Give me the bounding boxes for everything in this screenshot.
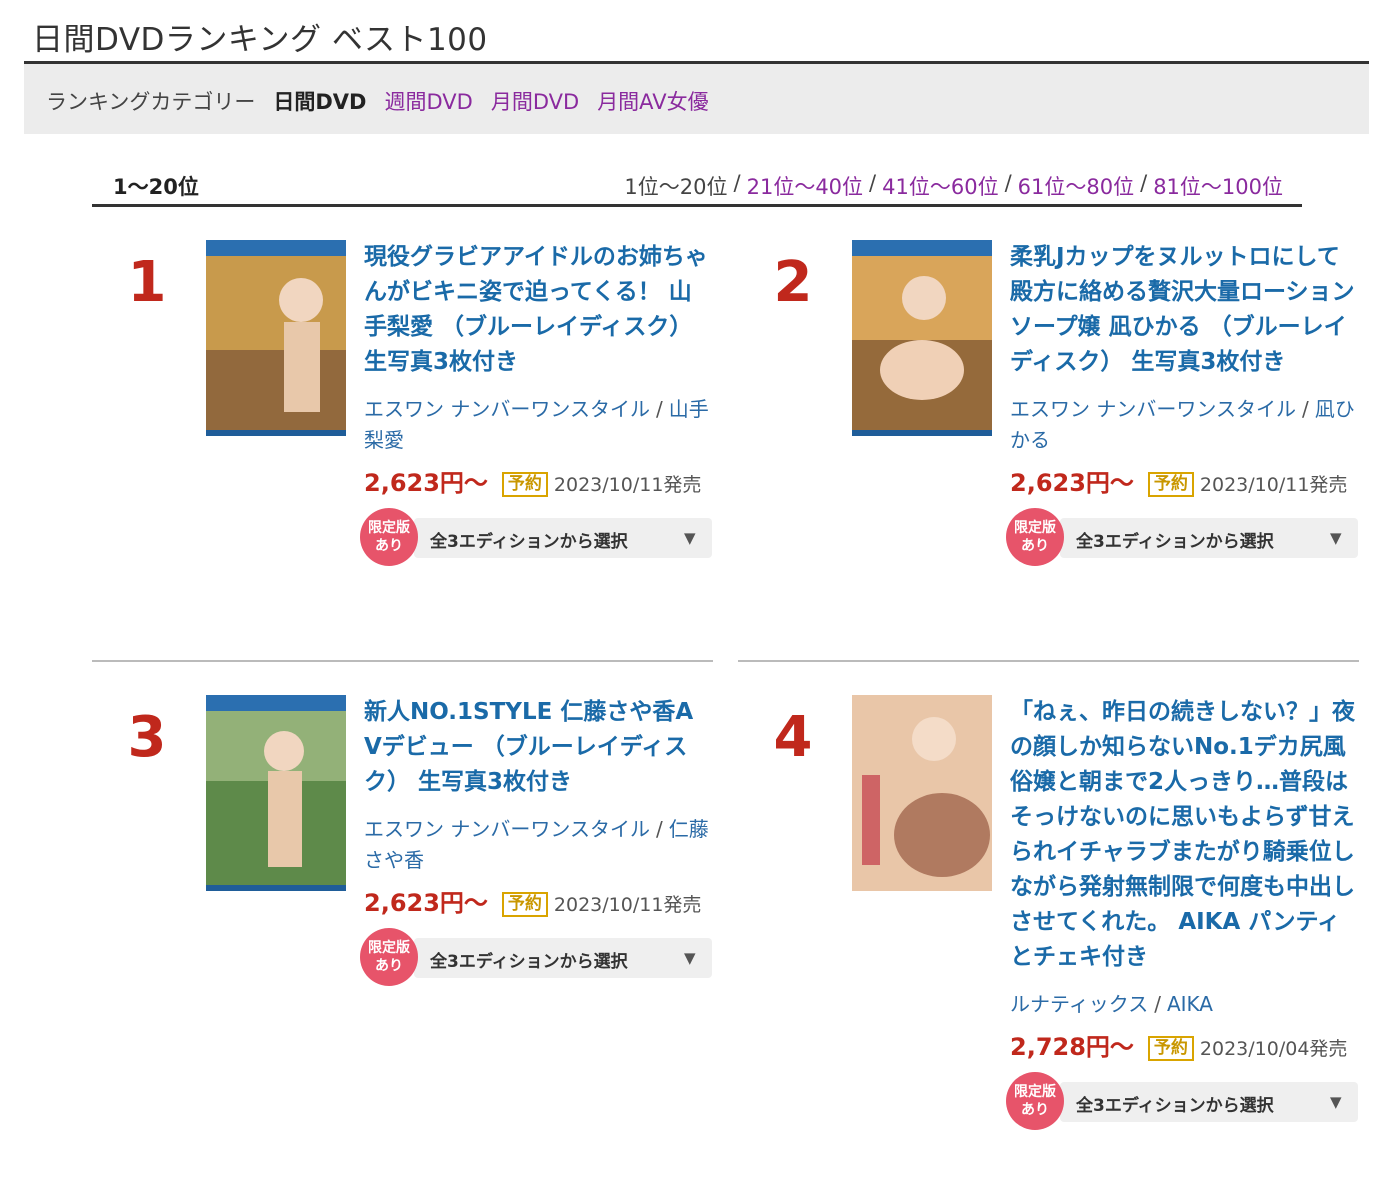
price: 2,623円〜 — [1010, 469, 1134, 497]
product-cover[interactable] — [206, 240, 346, 436]
reserve-badge: 予約 — [501, 892, 548, 917]
pager-link-61-80[interactable]: 61位〜80位 — [1018, 171, 1134, 201]
pager-link-21-40[interactable]: 21位〜40位 — [747, 171, 863, 201]
limited-edition-badge: 限定版 あり — [1006, 508, 1064, 566]
release-date: 2023/10/11発売 — [553, 894, 702, 916]
range-divider — [92, 204, 1302, 207]
edition-select[interactable]: 限定版 あり 全3エディションから選択 ▼ — [1006, 508, 1358, 566]
release-date: 2023/10/04発売 — [1199, 1038, 1348, 1060]
chevron-down-icon: ▼ — [1330, 529, 1342, 547]
edition-select-label: 全3エディションから選択 — [430, 532, 628, 552]
maker-link[interactable]: エスワン ナンバーワンスタイル — [364, 817, 650, 841]
edition-select-label: 全3エディションから選択 — [430, 952, 628, 972]
product-title[interactable]: 柔乳Jカップをヌルットロにして殿方に絡める贅沢大量ローションソープ嬢 凪ひかる … — [1010, 240, 1355, 380]
edition-select[interactable]: 限定版 あり 全3エディションから選択 ▼ — [360, 928, 712, 986]
product-title[interactable]: 新人NO.1STYLE 仁藤さや香AVデビュー （ブルーレイディスク） 生写真3… — [364, 695, 709, 800]
limited-edition-badge: 限定版 あり — [360, 928, 418, 986]
product-cover[interactable] — [206, 695, 346, 891]
product-cover[interactable] — [852, 240, 992, 436]
chevron-down-icon: ▼ — [684, 529, 696, 547]
price: 2,623円〜 — [364, 889, 488, 917]
rank-number: 1 — [127, 250, 167, 315]
pager-current: 1位〜20位 — [624, 175, 728, 199]
release-date: 2023/10/11発売 — [1199, 474, 1348, 496]
edition-select[interactable]: 限定版 あり 全3エディションから選択 ▼ — [1006, 1072, 1358, 1130]
category-current: 日間DVD — [273, 90, 367, 114]
rank-number: 4 — [773, 705, 813, 770]
price: 2,728円〜 — [1010, 1033, 1134, 1061]
product-cover[interactable] — [852, 695, 992, 891]
category-label: ランキングカテゴリー — [46, 90, 256, 114]
page-title: 日間DVDランキング ベスト100 — [32, 22, 488, 58]
release-date: 2023/10/11発売 — [553, 474, 702, 496]
edition-select-label: 全3エディションから選択 — [1076, 1096, 1274, 1116]
reserve-badge: 予約 — [1147, 472, 1194, 497]
limited-edition-badge: 限定版 あり — [1006, 1072, 1064, 1130]
rank-number: 3 — [127, 705, 167, 770]
reserve-badge: 予約 — [501, 472, 548, 497]
maker-link[interactable]: エスワン ナンバーワンスタイル — [364, 397, 650, 421]
price: 2,623円〜 — [364, 469, 488, 497]
category-bar: ランキングカテゴリー 日間DVD 週間DVD 月間DVD 月間AV女優 — [24, 64, 1369, 134]
chevron-down-icon: ▼ — [1330, 1093, 1342, 1111]
limited-edition-badge: 限定版 あり — [360, 508, 418, 566]
reserve-badge: 予約 — [1147, 1036, 1194, 1061]
pager-link-81-100[interactable]: 81位〜100位 — [1153, 171, 1283, 201]
range-current: 1〜20位 — [113, 175, 199, 199]
maker-link[interactable]: エスワン ナンバーワンスタイル — [1010, 397, 1296, 421]
rank-number: 2 — [773, 250, 813, 315]
product-title[interactable]: 「ねぇ、昨日の続きしない？」夜の顔しか知らないNo.1デカ尻風俗嬢と朝まで2人っ… — [1010, 695, 1355, 975]
product-title[interactable]: 現役グラビアアイドルのお姉ちゃんがビキニ姿で迫ってくる！ 山手梨愛 （ブルーレイ… — [364, 240, 709, 380]
category-link-monthly-actress[interactable]: 月間AV女優 — [597, 86, 708, 116]
item-divider — [738, 660, 1359, 662]
category-link-monthly-dvd[interactable]: 月間DVD — [491, 86, 579, 116]
edition-select[interactable]: 限定版 あり 全3エディションから選択 ▼ — [360, 508, 712, 566]
item-divider — [92, 660, 713, 662]
pager-link-41-60[interactable]: 41位〜60位 — [882, 171, 998, 201]
chevron-down-icon: ▼ — [684, 949, 696, 967]
maker-link[interactable]: ルナティックス — [1010, 992, 1148, 1016]
edition-select-label: 全3エディションから選択 — [1076, 532, 1274, 552]
category-link-weekly-dvd[interactable]: 週間DVD — [385, 86, 473, 116]
actress-link[interactable]: AIKA — [1167, 992, 1213, 1016]
range-pager: 1位〜20位 / 21位〜40位 / 41位〜60位 / 61位〜80位 / 8… — [624, 171, 1283, 201]
